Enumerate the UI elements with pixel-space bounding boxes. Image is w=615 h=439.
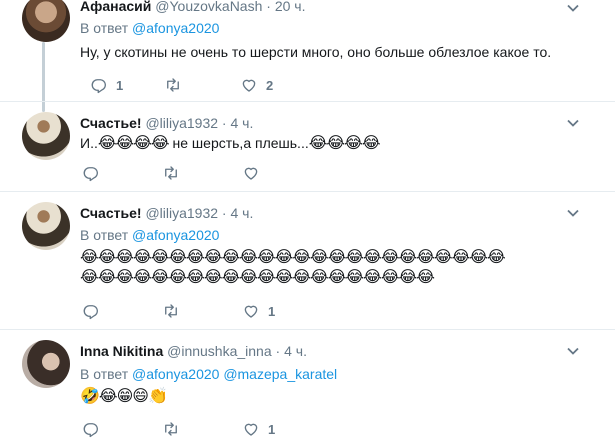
timestamp[interactable]: 4 ч. — [284, 343, 307, 359]
timestamp[interactable]: 20 ч. — [275, 0, 306, 14]
tweet-1[interactable]: Афанасий @YouzovkaNash · 20 ч. В ответ @… — [0, 0, 615, 101]
like-icon — [244, 423, 258, 436]
author-handle[interactable]: @liliya1932 — [145, 205, 218, 221]
reply-icon — [91, 79, 106, 94]
retweet-icon — [167, 78, 179, 92]
author-handle[interactable]: @liliya1932 — [145, 115, 218, 131]
author-name[interactable]: Афанасий — [80, 0, 151, 14]
reply-prefix: В ответ — [80, 227, 129, 243]
chevron-down-icon[interactable] — [566, 116, 580, 130]
reply-count: 1 — [116, 77, 124, 93]
timestamp[interactable]: 4 ч. — [230, 205, 253, 221]
text-lead: И.. — [80, 135, 98, 151]
text-mid: не шерсть,а плешь... — [168, 135, 309, 151]
author-name[interactable]: Счастье! — [80, 205, 142, 221]
emoji-group: 😂😂😂😂 — [97, 135, 170, 152]
reply-context: В ответ @afonya2020 @mazepa_karatel — [80, 365, 337, 383]
retweet-icon — [165, 422, 177, 436]
mention-link[interactable]: @afonya2020 — [132, 20, 219, 36]
like-count: 2 — [266, 77, 274, 93]
reply-context: В ответ @afonya2020 — [80, 226, 219, 244]
mention-link[interactable]: @mazepa_karatel — [223, 366, 337, 382]
avatar[interactable] — [22, 0, 70, 42]
reply-icon — [83, 305, 98, 320]
like-icon — [242, 79, 256, 92]
like-icon — [244, 305, 258, 318]
action-bar: 1 2 — [80, 75, 380, 95]
action-bar — [80, 163, 380, 183]
chevron-down-icon[interactable] — [566, 206, 580, 220]
like-button[interactable] — [242, 163, 268, 183]
tweet-text: И..😂😂😂😂 не шерсть,а плешь...😂😂😂😂 — [80, 133, 381, 154]
emoji-group: 😂😂😂😂 — [308, 135, 381, 152]
reply-context: В ответ @afonya2020 — [80, 19, 219, 37]
like-button[interactable]: 1 — [242, 301, 275, 321]
retweet-icon — [165, 304, 177, 318]
reply-icon — [83, 167, 98, 182]
emoji-line: 😂😂😂😂😂😂😂😂😂😂😂😂😂😂😂😂😂😂😂😂 — [80, 269, 435, 286]
tweet-text: Ну, у скотины не очень то шерсти много, … — [80, 44, 552, 60]
separator: · — [271, 343, 285, 359]
chevron-down-icon[interactable] — [566, 1, 580, 15]
separator: · — [218, 115, 231, 131]
retweet-button[interactable] — [164, 75, 190, 95]
chevron-down-icon[interactable] — [566, 344, 580, 358]
mention-link[interactable]: @afonya2020 — [132, 227, 219, 243]
author-name[interactable]: Inna Nikitina — [80, 343, 163, 359]
emoji-line: 😂😂😂😂😂😂😂😂😂😂😂😂😂😂😂😂😂😂😂😂😂😂😂😂 — [80, 249, 506, 266]
avatar[interactable] — [22, 340, 70, 388]
retweet-icon — [165, 166, 177, 180]
tweet-4[interactable]: Inna Nikitina @innushka_inna · 4 ч. В от… — [0, 330, 615, 438]
like-button[interactable]: 1 — [242, 419, 275, 439]
author-handle[interactable]: @innushka_inna — [167, 343, 272, 359]
author-name[interactable]: Счастье! — [80, 115, 142, 131]
reply-button[interactable] — [82, 163, 108, 183]
reply-prefix: В ответ — [80, 366, 129, 382]
action-bar: 1 — [80, 419, 380, 439]
separator: · — [218, 205, 231, 221]
avatar[interactable] — [22, 202, 70, 250]
timestamp[interactable]: 4 ч. — [230, 115, 253, 131]
action-bar: 1 — [80, 301, 380, 321]
mention-link[interactable]: @afonya2020 — [132, 366, 219, 382]
like-count: 1 — [268, 303, 276, 319]
separator: · — [262, 0, 275, 14]
like-button[interactable]: 2 — [240, 75, 273, 95]
emoji-line: 🤣😂😁😄👏 — [80, 388, 168, 405]
reply-button[interactable] — [82, 301, 108, 321]
reply-icon — [83, 423, 98, 438]
retweet-button[interactable] — [162, 163, 188, 183]
retweet-button[interactable] — [162, 419, 188, 439]
like-count: 1 — [268, 421, 276, 437]
author-handle[interactable]: @YouzovkaNash — [155, 0, 262, 14]
avatar[interactable] — [22, 112, 70, 160]
tweet-2[interactable]: Счастье! @liliya1932 · 4 ч. И..😂😂😂😂 не ш… — [0, 102, 615, 191]
retweet-button[interactable] — [162, 301, 188, 321]
reply-prefix: В ответ — [80, 20, 129, 36]
tweet-3[interactable]: Счастье! @liliya1932 · 4 ч. В ответ @afo… — [0, 192, 615, 329]
reply-button[interactable]: 1 — [90, 75, 123, 95]
reply-button[interactable] — [82, 419, 108, 439]
like-icon — [244, 167, 258, 180]
